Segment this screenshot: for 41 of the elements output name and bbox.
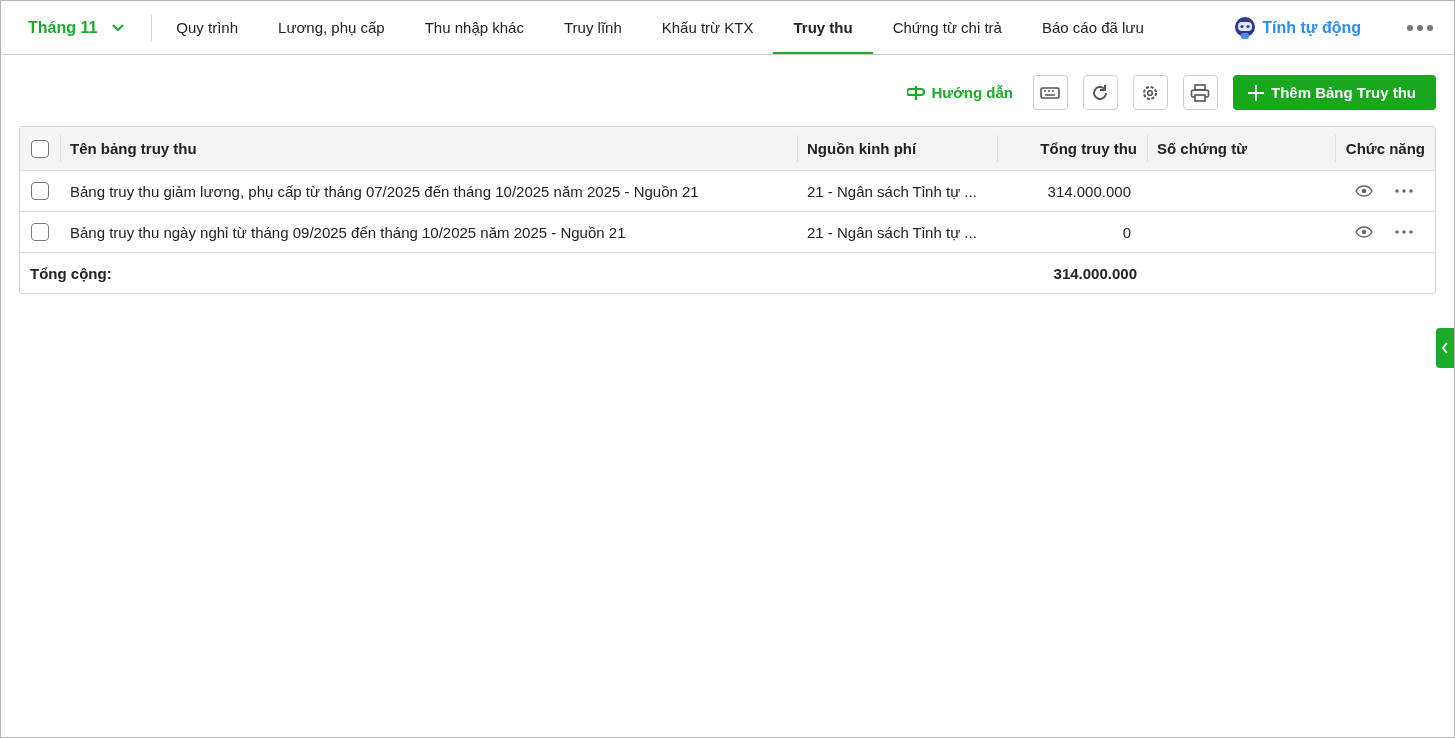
checkbox[interactable] bbox=[31, 182, 49, 200]
checkbox[interactable] bbox=[31, 139, 49, 158]
chevron-down-icon bbox=[111, 22, 126, 33]
settings-button[interactable] bbox=[1133, 75, 1168, 110]
collapse-panel-button[interactable] bbox=[1436, 328, 1454, 368]
nav-tab[interactable]: Truy lĩnh bbox=[563, 1, 622, 54]
more-icon[interactable] bbox=[1395, 230, 1413, 234]
column-header: Tổng truy thu bbox=[1040, 140, 1137, 157]
table-cell: 21 - Ngân sách Tỉnh tự ... bbox=[807, 182, 977, 200]
nav-tab[interactable]: Lương, phụ cấp bbox=[278, 1, 385, 54]
refresh-button[interactable] bbox=[1083, 75, 1118, 110]
print-button[interactable] bbox=[1183, 75, 1218, 110]
keyboard-button[interactable] bbox=[1033, 75, 1068, 110]
table-cell: 21 - Ngân sách Tỉnh tự ... bbox=[807, 223, 977, 241]
nav-tab[interactable]: Khấu trừ KTX bbox=[661, 1, 754, 54]
settings-icon bbox=[1141, 83, 1160, 102]
table-cell: Bảng truy thu ngày nghỉ từ tháng 09/2025 đến tháng 10/2025 năm 2025 - Nguồn 21 bbox=[70, 223, 626, 241]
column-header: Số chứng từ bbox=[1157, 140, 1248, 157]
plus-icon bbox=[1247, 83, 1265, 102]
signpost-icon bbox=[907, 84, 928, 101]
chevron-left-icon bbox=[1441, 342, 1449, 354]
column-header: Tên bảng truy thu bbox=[70, 140, 197, 157]
keyboard-icon bbox=[1040, 86, 1061, 99]
view-icon[interactable] bbox=[1355, 185, 1373, 197]
column-header: Nguồn kinh phí bbox=[807, 140, 917, 157]
view-icon[interactable] bbox=[1355, 226, 1373, 238]
nav-tab[interactable]: Quy trình bbox=[176, 1, 239, 54]
nav-tab[interactable]: Truy thu bbox=[773, 1, 873, 54]
nav-tab[interactable]: Báo cáo đã lưu bbox=[1041, 1, 1144, 54]
checkbox[interactable] bbox=[31, 223, 49, 241]
nav-tab[interactable]: Chứng từ chi trả bbox=[892, 1, 1002, 54]
column-header: Chức năng bbox=[1345, 140, 1425, 157]
table-cell: 314.000.000 bbox=[1047, 182, 1131, 200]
total-value: 314.000.000 bbox=[1053, 264, 1137, 282]
more-icon[interactable] bbox=[1395, 189, 1413, 193]
printer-icon bbox=[1190, 83, 1211, 102]
table-cell: Bảng truy thu giảm lương, phụ cấp từ tháng 07/2025 đến tháng 10/2025 năm 2025 - Nguồn 21 bbox=[70, 182, 699, 200]
nav-tab[interactable]: Thu nhập khác bbox=[424, 1, 524, 54]
more-icon[interactable] bbox=[1406, 23, 1434, 32]
table-cell: 0 bbox=[1122, 223, 1131, 241]
total-label: Tổng cộng: bbox=[30, 264, 112, 282]
